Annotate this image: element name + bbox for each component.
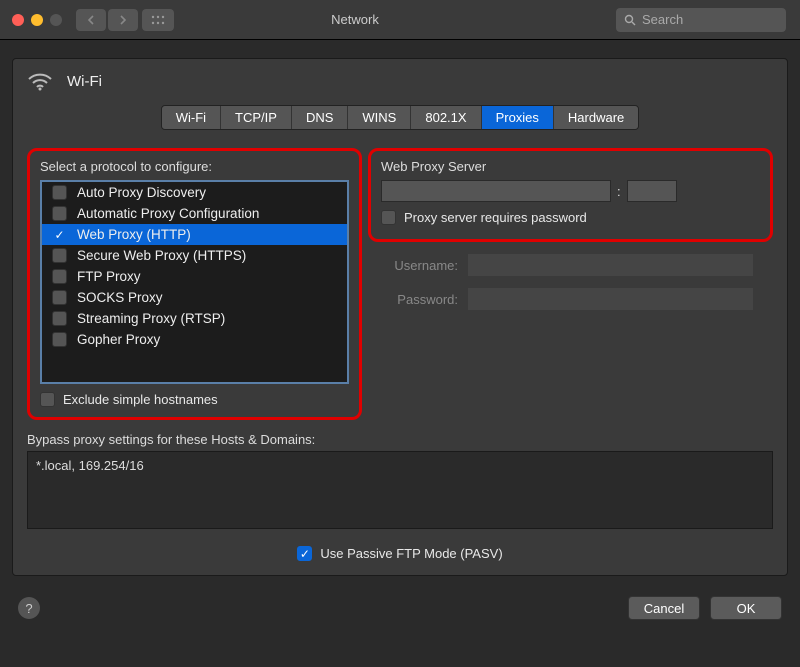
- protocol-row[interactable]: Auto Proxy Discovery: [42, 182, 347, 203]
- protocol-label: Gopher Proxy: [77, 332, 160, 347]
- proxy-port-input[interactable]: [627, 180, 677, 202]
- ok-button[interactable]: OK: [710, 596, 782, 620]
- zoom-window-icon[interactable]: [50, 14, 62, 26]
- protocol-checkbox[interactable]: [52, 248, 67, 263]
- pasv-row[interactable]: ✓ Use Passive FTP Mode (PASV): [27, 546, 773, 561]
- search-placeholder: Search: [642, 12, 683, 27]
- protocol-row[interactable]: FTP Proxy: [42, 266, 347, 287]
- username-label: Username:: [362, 258, 458, 273]
- protocol-row[interactable]: Automatic Proxy Configuration: [42, 203, 347, 224]
- proxy-server-label: Web Proxy Server: [381, 159, 760, 174]
- protocol-config-highlight: Select a protocol to configure: Auto Pro…: [27, 148, 362, 420]
- search-icon: [624, 14, 636, 26]
- titlebar: Network Search: [0, 0, 800, 40]
- proxy-auth-checkbox[interactable]: [381, 210, 396, 225]
- exclude-hostnames-checkbox[interactable]: [40, 392, 55, 407]
- interface-name: Wi-Fi: [67, 73, 102, 90]
- protocol-checkbox[interactable]: [52, 332, 67, 347]
- proxy-server-highlight: Web Proxy Server : Proxy server requires…: [368, 148, 773, 242]
- protocol-label: FTP Proxy: [77, 269, 141, 284]
- window-controls: [12, 14, 62, 26]
- footer: ? Cancel OK: [0, 586, 800, 630]
- close-window-icon[interactable]: [12, 14, 24, 26]
- protocol-checkbox[interactable]: ✓: [52, 227, 67, 242]
- protocol-checkbox[interactable]: [52, 311, 67, 326]
- protocol-checkbox[interactable]: [52, 290, 67, 305]
- cancel-button[interactable]: Cancel: [628, 596, 700, 620]
- password-label: Password:: [362, 292, 458, 307]
- username-input[interactable]: [468, 254, 753, 276]
- exclude-hostnames-label: Exclude simple hostnames: [63, 392, 218, 407]
- minimize-window-icon[interactable]: [31, 14, 43, 26]
- host-port-separator: :: [617, 184, 621, 199]
- tab-proxies[interactable]: Proxies: [482, 106, 554, 129]
- help-button[interactable]: ?: [18, 597, 40, 619]
- protocol-checkbox[interactable]: [52, 269, 67, 284]
- wifi-icon: [27, 71, 53, 91]
- protocol-row[interactable]: Streaming Proxy (RTSP): [42, 308, 347, 329]
- panel-header: Wi-Fi: [27, 71, 773, 91]
- tab-wi-fi[interactable]: Wi-Fi: [162, 106, 221, 129]
- protocol-label: Secure Web Proxy (HTTPS): [77, 248, 246, 263]
- protocol-label: Web Proxy (HTTP): [77, 227, 191, 242]
- tab-tcp-ip[interactable]: TCP/IP: [221, 106, 292, 129]
- tab-hardware[interactable]: Hardware: [554, 106, 638, 129]
- bypass-label: Bypass proxy settings for these Hosts & …: [27, 432, 773, 447]
- pasv-label: Use Passive FTP Mode (PASV): [320, 546, 502, 561]
- protocol-list-label: Select a protocol to configure:: [40, 159, 349, 174]
- main-panel: Wi-Fi Wi-FiTCP/IPDNSWINS802.1XProxiesHar…: [12, 58, 788, 576]
- tab-dns[interactable]: DNS: [292, 106, 348, 129]
- tab-wins[interactable]: WINS: [348, 106, 411, 129]
- protocol-list[interactable]: Auto Proxy Discovery Automatic Proxy Conf…: [40, 180, 349, 384]
- window-title: Network: [94, 12, 616, 27]
- proxy-auth-row[interactable]: Proxy server requires password: [381, 210, 760, 225]
- protocol-checkbox[interactable]: [52, 206, 67, 221]
- tab-strip: Wi-FiTCP/IPDNSWINS802.1XProxiesHardware: [27, 105, 773, 130]
- proxy-host-input[interactable]: [381, 180, 611, 202]
- protocol-label: Automatic Proxy Configuration: [77, 206, 259, 221]
- protocol-checkbox[interactable]: [52, 185, 67, 200]
- password-input[interactable]: [468, 288, 753, 310]
- protocol-row[interactable]: ✓ Web Proxy (HTTP): [42, 224, 347, 245]
- protocol-row[interactable]: Gopher Proxy: [42, 329, 347, 350]
- pasv-checkbox[interactable]: ✓: [297, 546, 312, 561]
- protocol-row[interactable]: SOCKS Proxy: [42, 287, 347, 308]
- proxy-auth-label: Proxy server requires password: [404, 210, 587, 225]
- bypass-textarea[interactable]: [27, 451, 773, 529]
- protocol-row[interactable]: Secure Web Proxy (HTTPS): [42, 245, 347, 266]
- protocol-label: SOCKS Proxy: [77, 290, 163, 305]
- tab-802-1x[interactable]: 802.1X: [411, 106, 481, 129]
- search-field[interactable]: Search: [616, 8, 786, 32]
- protocol-label: Streaming Proxy (RTSP): [77, 311, 225, 326]
- protocol-label: Auto Proxy Discovery: [77, 185, 206, 200]
- exclude-hostnames-row[interactable]: Exclude simple hostnames: [40, 392, 349, 407]
